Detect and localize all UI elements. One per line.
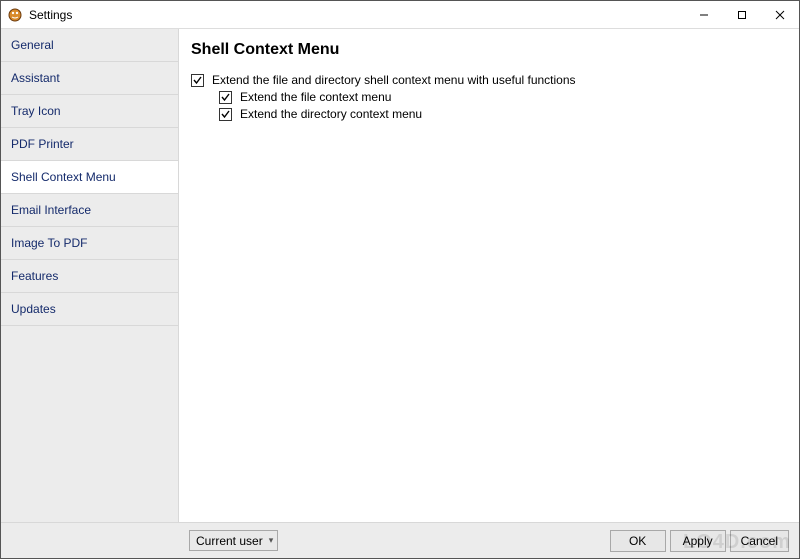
minimize-button[interactable] xyxy=(685,1,723,28)
app-icon xyxy=(7,7,23,23)
scope-dropdown[interactable]: Current user ▾ xyxy=(189,530,278,551)
button-label: Cancel xyxy=(741,534,778,548)
sidebar-item-shell-context-menu[interactable]: Shell Context Menu xyxy=(1,161,178,194)
dialog-buttons: OK Apply Cancel xyxy=(610,530,789,552)
maximize-button[interactable] xyxy=(723,1,761,28)
scope-dropdown-value: Current user xyxy=(196,534,263,548)
sidebar-item-label: Tray Icon xyxy=(11,104,61,118)
page-title: Shell Context Menu xyxy=(191,41,783,59)
sidebar-item-label: Features xyxy=(11,269,58,283)
sidebar-item-label: PDF Printer xyxy=(11,137,74,151)
sidebar-item-email-interface[interactable]: Email Interface xyxy=(1,194,178,227)
option-label: Extend the directory context menu xyxy=(240,107,422,121)
button-label: Apply xyxy=(683,534,713,548)
sidebar-item-features[interactable]: Features xyxy=(1,260,178,293)
option-extend-shell[interactable]: Extend the file and directory shell cont… xyxy=(191,73,783,87)
sidebar-item-general[interactable]: General xyxy=(1,29,178,62)
sidebar-item-pdf-printer[interactable]: PDF Printer xyxy=(1,128,178,161)
sidebar-item-assistant[interactable]: Assistant xyxy=(1,62,178,95)
button-label: OK xyxy=(629,534,646,548)
client-area: General Assistant Tray Icon PDF Printer … xyxy=(1,29,799,522)
checkbox-icon[interactable] xyxy=(219,108,232,121)
sidebar-item-label: Updates xyxy=(11,302,56,316)
sidebar-item-label: Email Interface xyxy=(11,203,91,217)
checkbox-icon[interactable] xyxy=(191,74,204,87)
chevron-down-icon: ▾ xyxy=(269,535,274,546)
checkbox-icon[interactable] xyxy=(219,91,232,104)
sidebar-item-tray-icon[interactable]: Tray Icon xyxy=(1,95,178,128)
sidebar-item-label: Assistant xyxy=(11,71,60,85)
option-label: Extend the file and directory shell cont… xyxy=(212,73,576,87)
content-pane: Shell Context Menu Extend the file and d… xyxy=(179,29,799,522)
cancel-button[interactable]: Cancel xyxy=(730,530,789,552)
apply-button[interactable]: Apply xyxy=(670,530,726,552)
option-extend-file[interactable]: Extend the file context menu xyxy=(219,90,783,104)
sidebar-item-label: General xyxy=(11,38,54,52)
window-title: Settings xyxy=(29,8,72,22)
window-controls xyxy=(685,1,799,28)
sidebar-item-updates[interactable]: Updates xyxy=(1,293,178,326)
sidebar-item-image-to-pdf[interactable]: Image To PDF xyxy=(1,227,178,260)
option-extend-directory[interactable]: Extend the directory context menu xyxy=(219,107,783,121)
titlebar: Settings xyxy=(1,1,799,29)
sidebar-item-label: Image To PDF xyxy=(11,236,87,250)
bottom-bar: Current user ▾ OK Apply Cancel xyxy=(1,522,799,558)
option-label: Extend the file context menu xyxy=(240,90,391,104)
sidebar: General Assistant Tray Icon PDF Printer … xyxy=(1,29,179,522)
close-button[interactable] xyxy=(761,1,799,28)
ok-button[interactable]: OK xyxy=(610,530,666,552)
sidebar-item-label: Shell Context Menu xyxy=(11,170,116,184)
